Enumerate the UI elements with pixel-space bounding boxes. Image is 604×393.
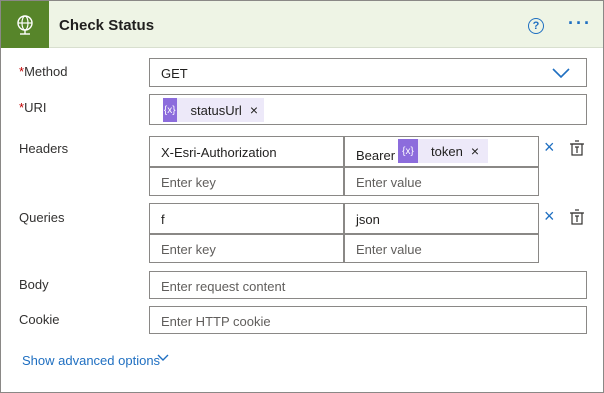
uri-token-text: statusUrl bbox=[190, 102, 242, 118]
body-input[interactable]: Enter request content bbox=[149, 271, 587, 299]
check-status-card: Check Status ? ··· *Method GET *URI {x} … bbox=[0, 0, 604, 393]
method-select[interactable]: GET bbox=[149, 58, 587, 87]
query-value-input-1[interactable]: json bbox=[344, 203, 539, 234]
cookie-label: Cookie bbox=[19, 312, 60, 327]
clear-queries-icon[interactable]: × bbox=[544, 207, 555, 225]
header-token[interactable]: {x} token × bbox=[398, 139, 488, 163]
method-value: GET bbox=[161, 66, 188, 81]
globe-icon bbox=[1, 1, 49, 48]
remove-token-icon[interactable]: × bbox=[250, 102, 264, 118]
body-placeholder: Enter request content bbox=[161, 279, 286, 294]
uri-label-text: URI bbox=[24, 100, 47, 115]
queries-label: Queries bbox=[19, 210, 65, 225]
query-key-value: f bbox=[161, 212, 165, 227]
chevron-down-icon bbox=[552, 68, 570, 79]
method-label: *Method bbox=[19, 64, 67, 79]
header-value-prefix: Bearer bbox=[356, 148, 396, 163]
query-key-placeholder: Enter key bbox=[161, 242, 216, 257]
header-value-placeholder: Enter value bbox=[356, 175, 422, 190]
header-key-input-2[interactable]: Enter key bbox=[149, 167, 344, 196]
query-value-input-2[interactable]: Enter value bbox=[344, 234, 539, 263]
switch-to-text-mode-icon[interactable] bbox=[569, 140, 585, 156]
more-options-icon[interactable]: ··· bbox=[568, 13, 592, 34]
expression-icon: {x} bbox=[398, 139, 418, 163]
cookie-placeholder: Enter HTTP cookie bbox=[161, 314, 271, 329]
expression-icon: {x} bbox=[163, 98, 177, 122]
query-key-input-1[interactable]: f bbox=[149, 203, 344, 234]
chevron-down-icon[interactable] bbox=[157, 354, 169, 362]
card-title: Check Status bbox=[59, 17, 155, 34]
header-key-placeholder: Enter key bbox=[161, 175, 216, 190]
help-icon[interactable]: ? bbox=[528, 18, 544, 34]
query-value-placeholder: Enter value bbox=[356, 242, 422, 257]
headers-label: Headers bbox=[19, 141, 69, 156]
switch-to-text-mode-icon[interactable] bbox=[569, 209, 585, 225]
header-value-input-1[interactable]: Bearer {x} token × bbox=[344, 136, 539, 167]
body-label: Body bbox=[19, 277, 49, 292]
method-label-text: Method bbox=[24, 64, 68, 79]
card-header[interactable]: Check Status ? ··· bbox=[1, 1, 603, 48]
query-key-input-2[interactable]: Enter key bbox=[149, 234, 344, 263]
uri-label: *URI bbox=[19, 100, 46, 115]
cookie-input[interactable]: Enter HTTP cookie bbox=[149, 306, 587, 334]
show-advanced-options-link[interactable]: Show advanced options bbox=[22, 353, 160, 368]
uri-input[interactable]: {x} statusUrl × bbox=[149, 94, 587, 125]
query-value-value: json bbox=[356, 212, 380, 227]
clear-headers-icon[interactable]: × bbox=[544, 138, 555, 156]
remove-token-icon[interactable]: × bbox=[471, 143, 485, 159]
header-value-input-2[interactable]: Enter value bbox=[344, 167, 539, 196]
header-key-input-1[interactable]: X-Esri-Authorization bbox=[149, 136, 344, 167]
header-token-text: token bbox=[431, 143, 463, 159]
header-key-value: X-Esri-Authorization bbox=[161, 145, 277, 160]
uri-token[interactable]: {x} statusUrl × bbox=[163, 98, 264, 122]
